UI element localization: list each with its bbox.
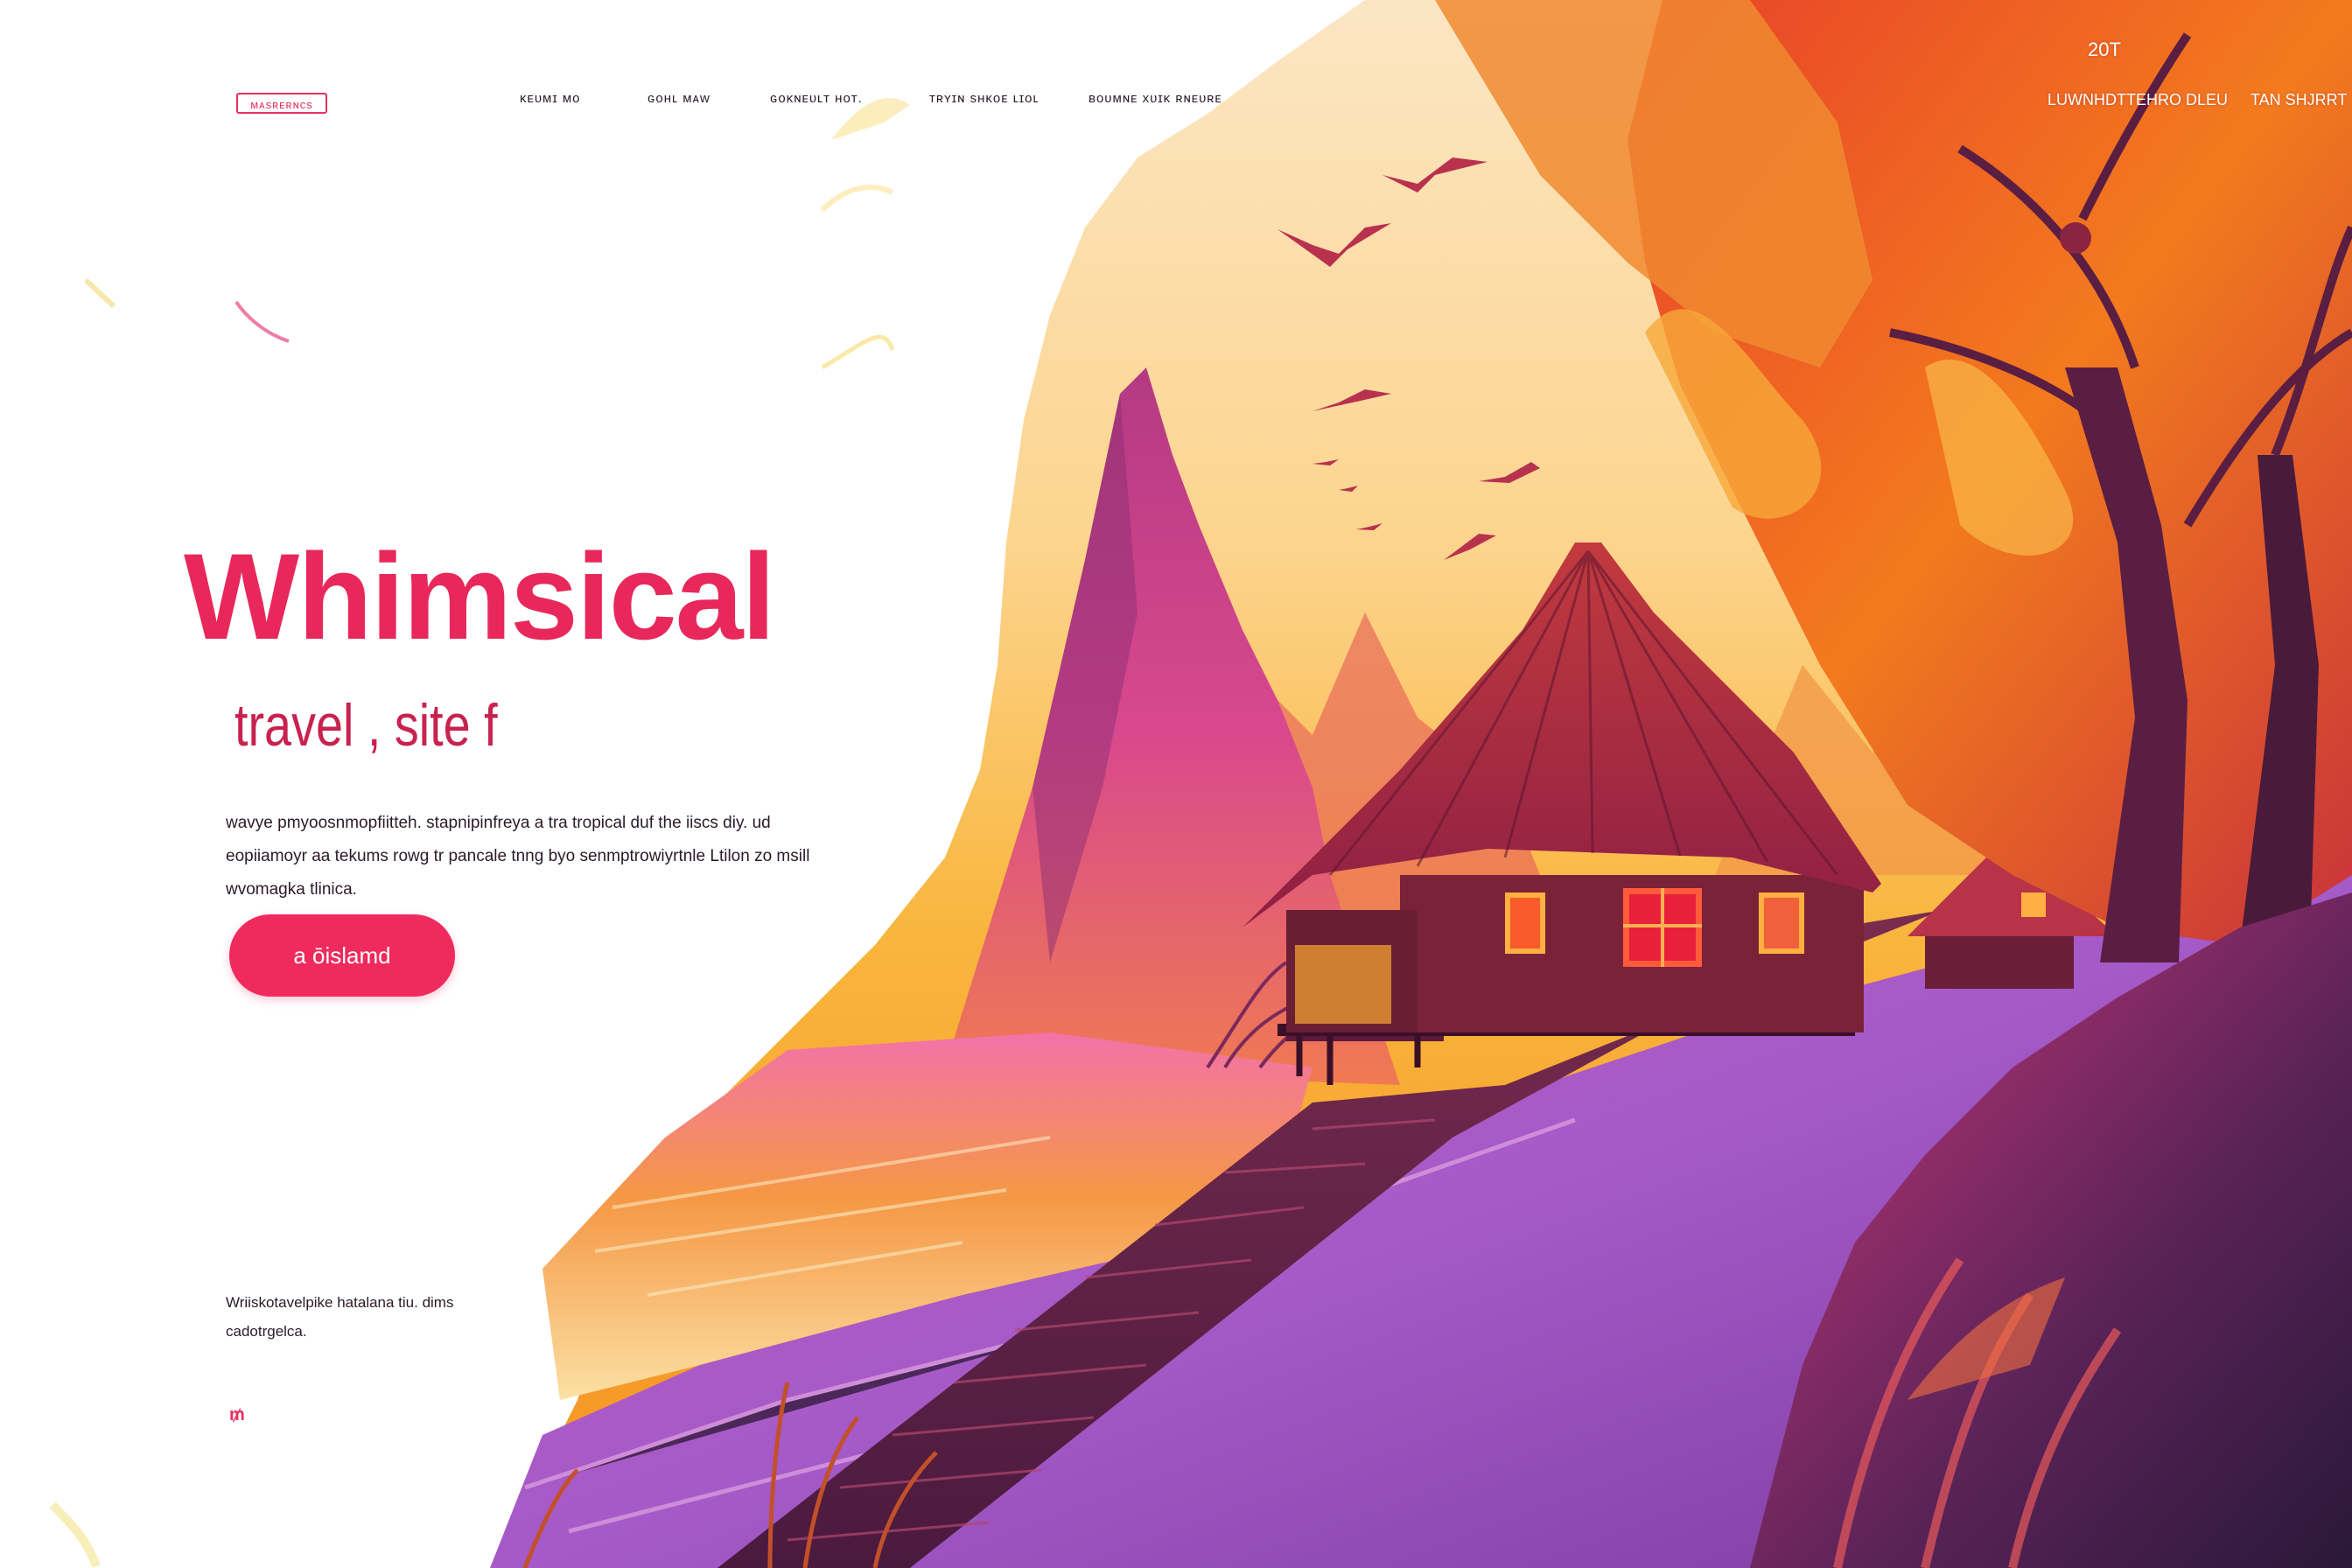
cta-button[interactable]: a ōislamd (229, 914, 455, 997)
nav-right-link-1[interactable]: LUWNHDTTEHRO DLEU (2048, 91, 2228, 109)
site-logo[interactable]: ᴍᴀsʀᴇʀɴᴄs (236, 93, 327, 114)
hero-title: Whimsical (184, 528, 775, 665)
nav-link-5[interactable]: ʙᴏᴜᴍɴᴇ xᴜɪᴋ ʀɴᴇᴜʀᴇ (1088, 91, 1222, 106)
hero-description: wavye pmyoosnmopfiitteh. stapnipinfreya … (226, 814, 810, 899)
nav-link-4[interactable]: ᴛʀʏɪɴ sʜᴋᴏᴇ ʟɪᴏʟ (929, 91, 1040, 106)
nav-right-link-2[interactable]: TAN SHJRRT (2250, 91, 2347, 109)
hero-subtitle: travel , site f (234, 692, 498, 759)
nav-link-1[interactable]: ᴋᴇᴜᴍɪ ᴍᴏ (520, 91, 581, 106)
nav-link-3[interactable]: ɢᴏᴋɴᴇᴜʟᴛ ʜᴏᴛ. (770, 91, 863, 106)
m-logo-icon[interactable]: ₥ (229, 1404, 250, 1425)
footer-text: Wriiskotavelpike hatalana tiu. dims cado… (226, 1294, 454, 1340)
nav-link-2[interactable]: ɢᴏʜʟ ᴍᴀᴡ (648, 91, 710, 106)
nav-counter: 20T (2088, 38, 2121, 60)
